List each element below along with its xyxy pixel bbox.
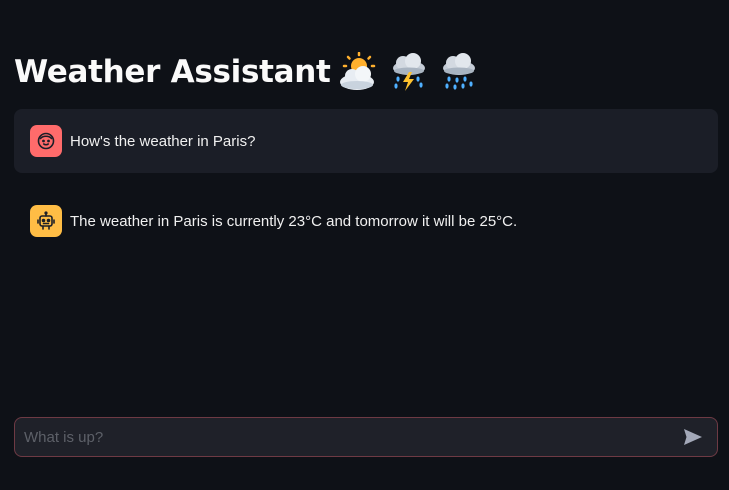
send-icon	[684, 429, 702, 445]
robot-icon	[37, 211, 55, 230]
chat-message-user: How's the weather in Paris?	[14, 109, 718, 173]
sun-behind-cloud-icon	[339, 52, 375, 90]
user-face-icon	[37, 132, 55, 150]
page-title-text: Weather Assistant	[14, 54, 331, 90]
title-emojis	[337, 52, 479, 92]
cloud-with-rain-icon	[442, 53, 475, 90]
user-avatar	[30, 125, 62, 157]
chat-input-container	[14, 417, 718, 457]
user-message-text: How's the weather in Paris?	[70, 132, 256, 150]
chat-message-assistant: The weather in Paris is currently 23°C a…	[14, 189, 718, 253]
page-title: Weather Assistant	[14, 52, 479, 92]
assistant-avatar	[30, 205, 62, 237]
send-button[interactable]	[673, 418, 713, 456]
chat-input[interactable]	[15, 418, 673, 456]
app: Weather Assistant How's the weather in P…	[0, 0, 729, 490]
assistant-message-text: The weather in Paris is currently 23°C a…	[70, 212, 518, 230]
cloud-with-lightning-and-rain-icon	[392, 53, 425, 91]
